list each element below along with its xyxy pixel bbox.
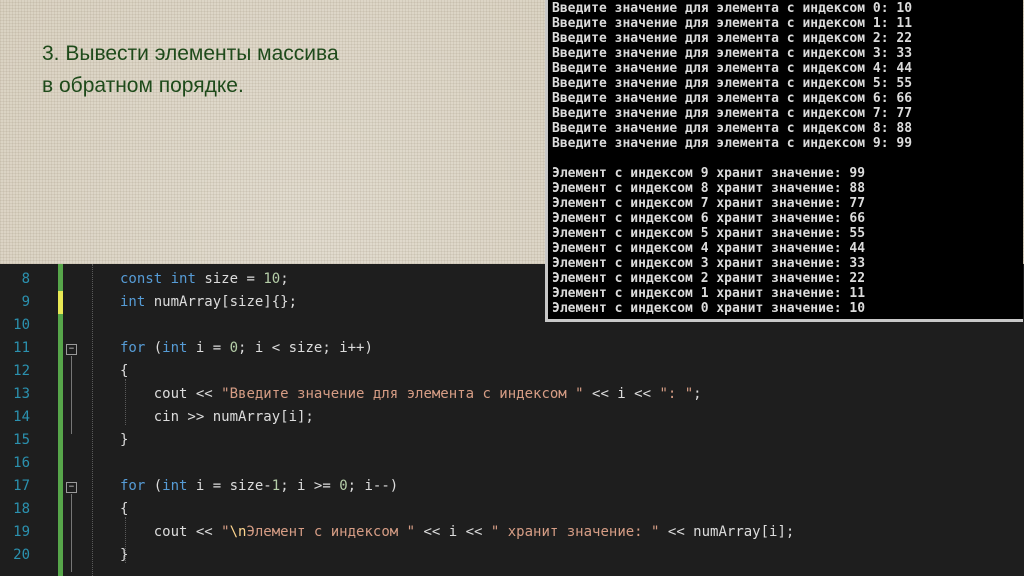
code-text[interactable]: cout << "\nЭлемент с индексом " << i << … [120,521,795,544]
console-line: Элемент с индексом 6 хранит значение: 66 [552,211,866,226]
line-number: 12 [13,363,30,379]
code-text[interactable]: cout << "Введите значение для элемента с… [120,383,702,406]
slide-title-line-2: в обратном порядке. [42,74,244,97]
console-line: Введите значение для элемента с индексом… [552,16,913,31]
line-number: 11 [13,340,30,356]
console-line: Элемент с индексом 4 хранит значение: 44 [552,241,866,256]
code-line[interactable]: 12 { [0,360,1024,383]
line-number: 17 [13,478,30,494]
code-line[interactable]: 18 { [0,498,1024,521]
console-line: Введите значение для элемента с индексом… [552,31,913,46]
code-text[interactable]: for (int i = size-1; i >= 0; i--) [120,475,398,498]
code-line[interactable]: 11 for (int i = 0; i < size; i++) [0,337,1024,360]
line-number: 14 [13,409,30,425]
code-text[interactable]: } [120,429,128,452]
code-line[interactable]: 14 cin >> numArray[i]; [0,406,1024,429]
code-line[interactable]: 17 for (int i = size-1; i >= 0; i--) [0,475,1024,498]
console-line: Введите значение для элемента с индексом… [552,121,913,136]
console-line: Введите значение для элемента с индексом… [552,61,913,76]
slide-title: 3. Вывести элементы массива в обратном п… [42,38,512,102]
code-text[interactable]: } [120,544,128,567]
console-line: Элемент с индексом 5 хранит значение: 55 [552,226,866,241]
line-number: 9 [21,294,30,310]
console-line: Элемент с индексом 7 хранит значение: 77 [552,196,866,211]
code-line[interactable]: 19 cout << "\nЭлемент с индексом " << i … [0,521,1024,544]
code-text[interactable]: for (int i = 0; i < size; i++) [120,337,373,360]
code-text[interactable]: { [120,498,128,521]
console-line: Элемент с индексом 2 хранит значение: 22 [552,271,866,286]
line-number: 13 [13,386,30,402]
code-text[interactable]: const int size = 10; [120,268,289,291]
code-line[interactable]: 15} [0,429,1024,452]
line-number: 20 [13,547,30,563]
code-line[interactable]: 20} [0,544,1024,567]
line-number: 10 [13,317,30,333]
console-line: Элемент с индексом 8 хранит значение: 88 [552,181,866,196]
code-text[interactable]: { [120,360,128,383]
console-line: Элемент с индексом 1 хранит значение: 11 [552,286,866,301]
console-line: Введите значение для элемента с индексом… [552,91,913,106]
console-line: Введите значение для элемента с индексом… [552,106,913,121]
console-line: Введите значение для элемента с индексом… [552,76,913,91]
code-text[interactable]: cin >> numArray[i]; [120,406,314,429]
line-number: 15 [13,432,30,448]
console-line: Введите значение для элемента с индексом… [552,1,913,16]
line-number: 19 [13,524,30,540]
code-line[interactable]: 16 [0,452,1024,475]
line-number: 18 [13,501,30,517]
console-line: Элемент с индексом 9 хранит значение: 99 [552,166,866,181]
console-line: Элемент с индексом 3 хранит значение: 33 [552,256,866,271]
line-number: 16 [13,455,30,471]
line-number: 8 [21,271,30,287]
console-line: Элемент с индексом 0 хранит значение: 10 [552,301,866,316]
console-line: Введите значение для элемента с индексом… [552,46,913,61]
console-output-window: Введите значение для элемента с индексом… [545,0,1023,322]
slide-title-line-1: 3. Вывести элементы массива [42,42,339,65]
console-line: Введите значение для элемента с индексом… [552,136,913,151]
code-line[interactable]: 13 cout << "Введите значение для элемент… [0,383,1024,406]
code-text[interactable]: int numArray[size]{}; [120,291,297,314]
